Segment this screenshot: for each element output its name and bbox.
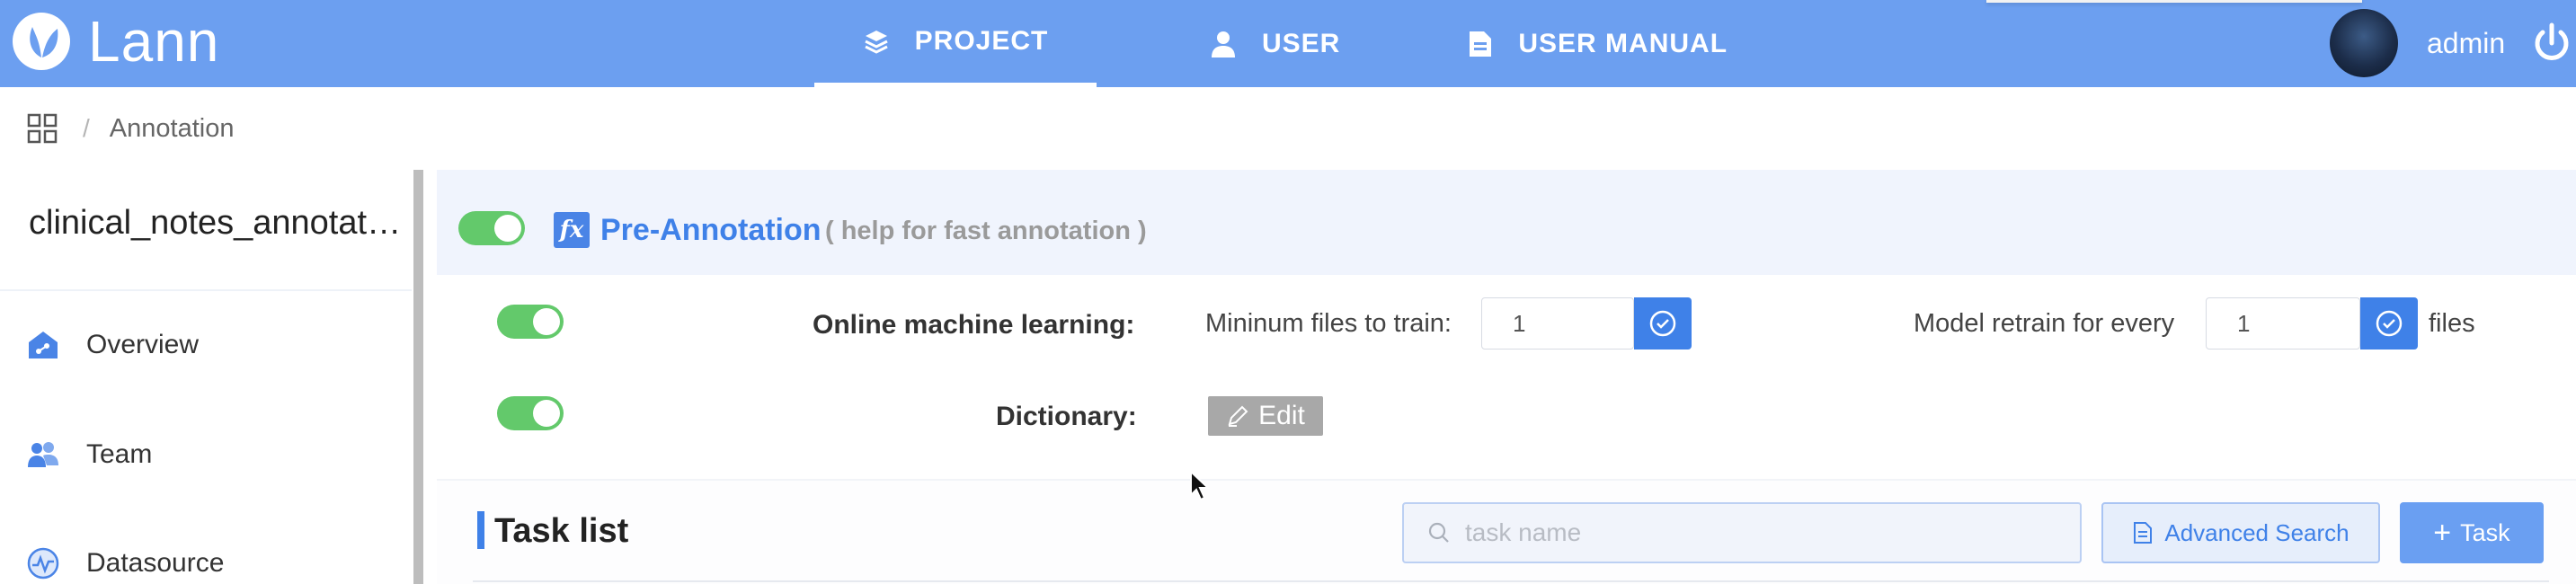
sidebar-item-team[interactable]: Team bbox=[27, 439, 152, 470]
pre-annotation-toggle[interactable] bbox=[458, 211, 525, 245]
main-content: fx Pre-Annotation ( help for fast annota… bbox=[437, 170, 2576, 584]
edit-button-label: Edit bbox=[1258, 401, 1305, 430]
nav-tab-project[interactable]: PROJECT bbox=[814, 0, 1097, 87]
task-search-input[interactable] bbox=[1465, 518, 2040, 547]
retrain-confirm-button[interactable] bbox=[2360, 297, 2418, 350]
nav-tab-label: USER MANUAL bbox=[1518, 28, 1728, 58]
document-icon bbox=[2134, 522, 2153, 544]
check-circle-icon bbox=[1649, 310, 1676, 337]
add-task-label: Task bbox=[2460, 518, 2510, 546]
mouse-cursor-icon bbox=[1189, 469, 1212, 507]
project-name: clinical_notes_annotation bbox=[29, 204, 406, 242]
sidebar-scrollbar[interactable] bbox=[413, 170, 423, 584]
plus-icon: + bbox=[2433, 515, 2452, 550]
datasource-icon bbox=[27, 547, 59, 580]
overview-icon bbox=[27, 330, 59, 360]
user-menu[interactable]: admin bbox=[2330, 5, 2573, 81]
retrain-label: Model retrain for every bbox=[1914, 309, 2175, 338]
main-nav: PROJECT USER USER MANUAL bbox=[814, 0, 1728, 87]
fx-icon: fx bbox=[554, 212, 590, 248]
sidebar-divider bbox=[0, 289, 412, 291]
task-list-title: Task list bbox=[494, 512, 629, 550]
sidebar-item-overview[interactable]: Overview bbox=[27, 330, 199, 360]
table-header-line bbox=[473, 580, 2549, 582]
breadcrumb: / Annotation bbox=[0, 87, 2576, 170]
advanced-search-button[interactable]: Advanced Search bbox=[2101, 502, 2380, 563]
user-icon bbox=[1210, 30, 1237, 58]
nav-tab-label: USER bbox=[1262, 28, 1341, 58]
avatar[interactable] bbox=[2330, 9, 2398, 77]
online-ml-toggle[interactable] bbox=[497, 305, 564, 339]
min-files-label: Mininum files to train: bbox=[1205, 309, 1452, 338]
sidebar-item-label: Datasource bbox=[86, 548, 225, 578]
dictionary-edit-button[interactable]: Edit bbox=[1208, 396, 1323, 436]
advanced-search-label: Advanced Search bbox=[2164, 518, 2349, 546]
pre-annotation-help: ( help for fast annotation ) bbox=[825, 217, 1147, 245]
dictionary-label: Dictionary: bbox=[996, 402, 1137, 431]
document-icon bbox=[1468, 30, 1493, 58]
task-list-accent bbox=[477, 511, 484, 549]
check-circle-icon bbox=[2376, 310, 2403, 337]
nav-tab-label: PROJECT bbox=[914, 26, 1049, 56]
team-icon bbox=[27, 440, 59, 469]
nav-tab-user[interactable]: USER bbox=[1210, 0, 1340, 87]
nav-tab-user-manual[interactable]: USER MANUAL bbox=[1468, 0, 1728, 87]
top-navbar: Lann PROJECT USER USER MANUAL admin bbox=[0, 0, 2576, 87]
layers-icon bbox=[863, 28, 890, 55]
pre-annotation-title: Pre-Annotation bbox=[600, 213, 822, 247]
search-icon bbox=[1428, 522, 1449, 543]
sidebar: clinical_notes_annotation Overview Team bbox=[0, 170, 412, 584]
retrain-suffix: files bbox=[2429, 309, 2475, 338]
grid-icon[interactable] bbox=[27, 113, 58, 144]
sidebar-item-label: Overview bbox=[86, 330, 200, 359]
retrain-input[interactable] bbox=[2206, 297, 2360, 350]
task-search[interactable] bbox=[1402, 502, 2082, 563]
dictionary-toggle[interactable] bbox=[497, 396, 564, 430]
dropdown-shadow bbox=[1986, 0, 2362, 3]
add-task-button[interactable]: + Task bbox=[2400, 502, 2544, 563]
breadcrumb-separator: / bbox=[83, 114, 90, 142]
leaf-logo-icon bbox=[13, 13, 70, 70]
pencil-icon bbox=[1228, 405, 1248, 427]
min-files-confirm-button[interactable] bbox=[1634, 297, 1692, 350]
app-name: Lann bbox=[88, 9, 220, 74]
sidebar-item-label: Team bbox=[86, 439, 153, 469]
sidebar-item-datasource[interactable]: Datasource bbox=[27, 547, 224, 580]
breadcrumb-current: Annotation bbox=[109, 113, 235, 143]
app-logo[interactable]: Lann bbox=[13, 13, 219, 70]
pre-annotation-bar: fx Pre-Annotation ( help for fast annota… bbox=[437, 170, 2576, 275]
username[interactable]: admin bbox=[2427, 27, 2505, 60]
power-icon[interactable] bbox=[2530, 22, 2573, 65]
online-ml-label: Online machine learning: bbox=[813, 310, 1135, 340]
min-files-input[interactable] bbox=[1481, 297, 1634, 350]
